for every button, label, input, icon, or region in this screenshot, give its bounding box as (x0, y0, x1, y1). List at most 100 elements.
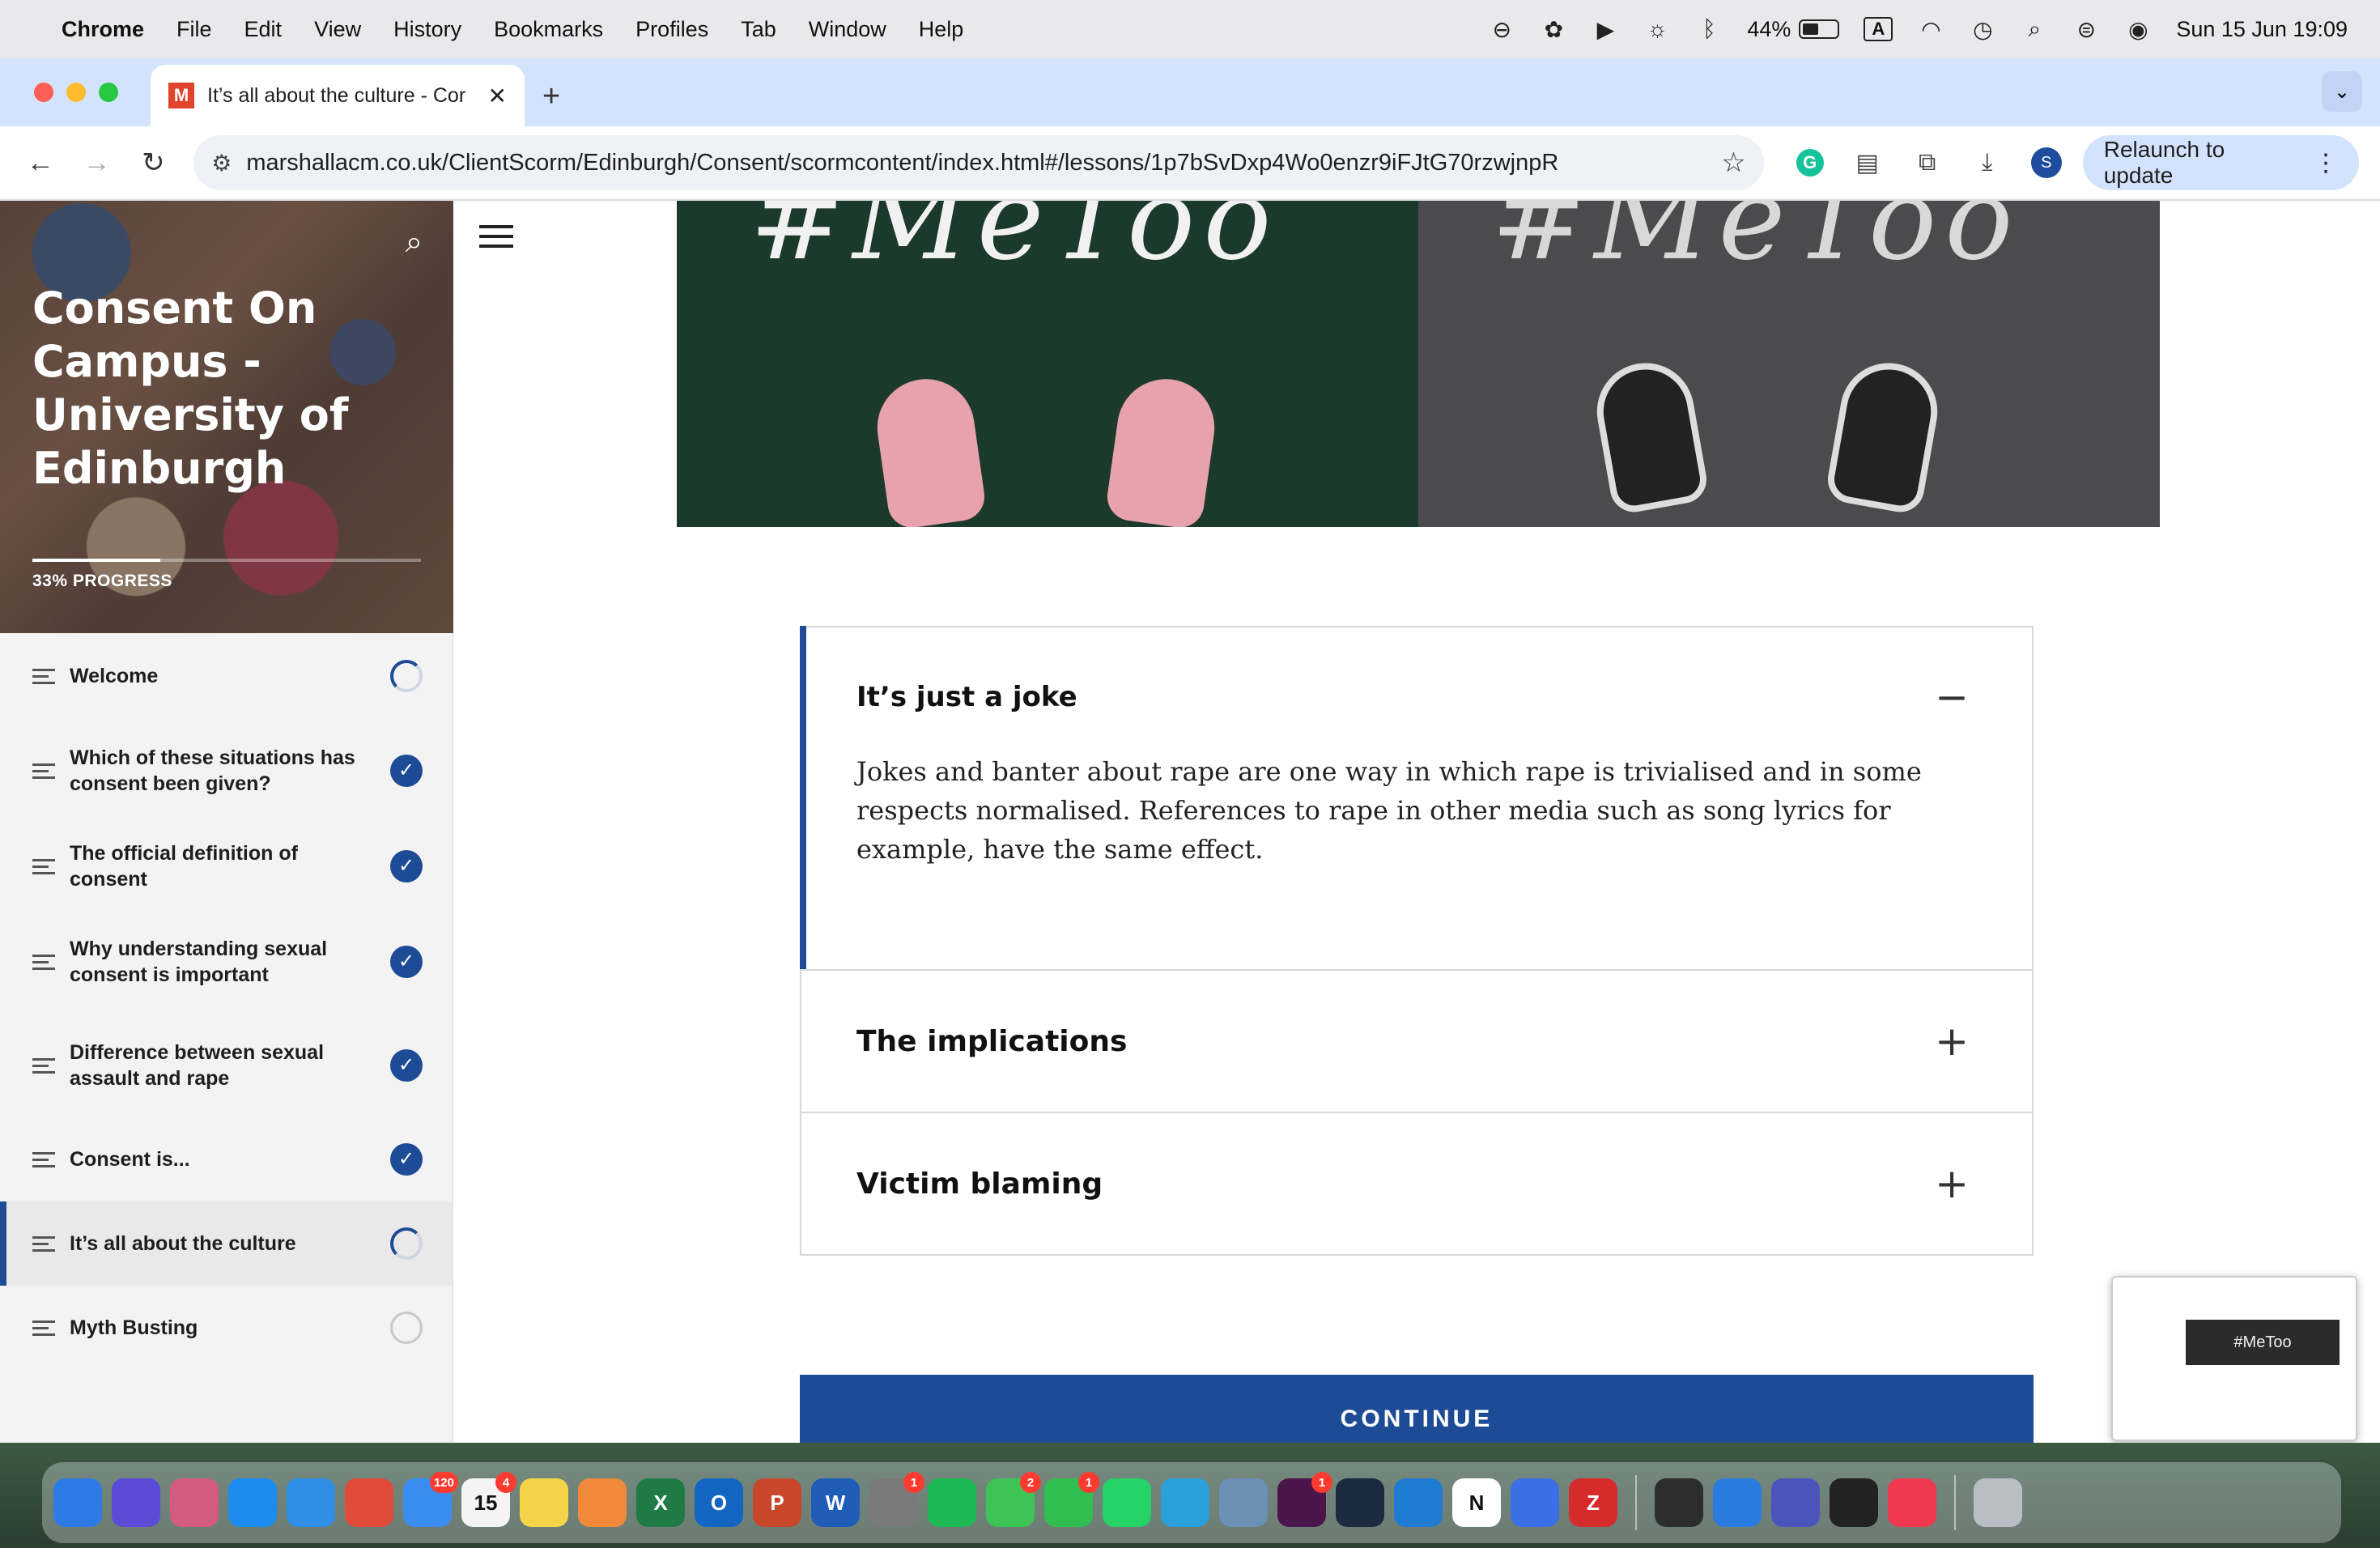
browser-tab-active[interactable]: M It’s all about the culture - Cor ✕ (151, 65, 525, 126)
accordion-header[interactable]: The implications + (801, 971, 2032, 1112)
lesson-item-welcome[interactable]: Welcome (0, 633, 452, 719)
menu-file[interactable]: File (176, 17, 212, 42)
minimize-window-button[interactable] (66, 83, 86, 102)
menu-history[interactable]: History (393, 17, 461, 42)
menu-edit[interactable]: Edit (244, 17, 283, 42)
lesson-item-myth-busting[interactable]: Myth Busting (0, 1286, 452, 1370)
download-icon[interactable]: ⤓ (1971, 147, 2004, 179)
dock-zotero-icon[interactable]: Z (1569, 1478, 1617, 1527)
dock-finder-icon[interactable] (53, 1478, 102, 1527)
menubar-clock[interactable]: Sun 15 Jun 19:09 (2176, 17, 2348, 42)
dock-calendar-icon[interactable]: 15 4 (461, 1472, 516, 1527)
lesson-item-assault-vs-rape[interactable]: Difference between sexual assault and ra… (0, 1014, 452, 1117)
dock-activity-monitor-icon[interactable] (1830, 1478, 1878, 1527)
relaunch-to-update-button[interactable]: Relaunch to update ⋮ (2082, 135, 2359, 190)
close-window-button[interactable] (34, 83, 53, 102)
profile-avatar[interactable]: S (2030, 147, 2062, 178)
spotlight-search-icon[interactable]: ⌕ (2021, 15, 2048, 43)
dock-app-store-icon[interactable] (228, 1478, 277, 1527)
focus-icon[interactable]: ⊖ (1488, 15, 1515, 43)
zoom-window-button[interactable] (99, 83, 118, 102)
lesson-label: It’s all about the culture (70, 1232, 296, 1255)
forward-button[interactable]: → (78, 143, 117, 182)
menu-view[interactable]: View (314, 17, 361, 42)
dock-chatgpt-icon[interactable] (1655, 1478, 1703, 1527)
wifi-icon[interactable]: ◠ (1917, 15, 1944, 43)
dock-mail-icon[interactable]: 120 (403, 1472, 458, 1527)
menu-hamburger-icon[interactable] (479, 225, 513, 248)
search-icon[interactable]: ⌕ (406, 225, 423, 260)
dock-powerpoint-icon[interactable]: P (753, 1478, 801, 1527)
collapse-minus-icon[interactable]: − (1935, 674, 1969, 721)
reload-button[interactable]: ↻ (134, 143, 172, 182)
notification-badge: 1 (1078, 1472, 1099, 1493)
address-bar[interactable]: ⚙ marshallacm.co.uk/ClientScorm/Edinburg… (193, 135, 1764, 190)
brightness-icon[interactable]: ☼ (1643, 15, 1671, 43)
dock-excel-icon[interactable]: X (636, 1478, 685, 1527)
dock-trash-icon[interactable] (1974, 1478, 2022, 1527)
back-button[interactable]: ← (21, 143, 60, 182)
extensions-puzzle-icon[interactable]: ⧉ (1911, 147, 1944, 179)
time-machine-icon[interactable]: ◷ (1969, 15, 1996, 43)
continue-button[interactable]: CONTINUE (800, 1375, 2034, 1443)
dock-cursor-icon[interactable] (1336, 1478, 1384, 1527)
url-text[interactable]: marshallacm.co.uk/ClientScorm/Edinburgh/… (246, 150, 1721, 176)
dock-vs-code-icon[interactable] (1394, 1478, 1443, 1527)
dock-spotify-icon[interactable] (928, 1478, 976, 1527)
input-source-icon[interactable]: A (1864, 17, 1893, 41)
control-center-icon[interactable]: ⊜ (2072, 15, 2100, 43)
dock-system-settings-icon[interactable]: 1 (869, 1472, 924, 1527)
dock-word-icon[interactable]: W (811, 1478, 860, 1527)
chrome-menu-icon[interactable]: ⋮ (2314, 149, 2338, 177)
site-info-icon[interactable]: ⚙ (211, 150, 232, 176)
dock-facetime-icon[interactable]: 1 (1044, 1472, 1099, 1527)
dock-slack-icon[interactable]: 1 (1277, 1472, 1332, 1527)
bluetooth-icon[interactable]: ᛒ (1695, 15, 1723, 43)
reader-mode-icon[interactable]: ▤ (1851, 147, 1884, 179)
dock-music-icon[interactable] (1888, 1478, 1936, 1527)
tab-close-icon[interactable]: ✕ (488, 83, 507, 109)
dock-preview-icon[interactable] (1219, 1478, 1268, 1527)
dock-notes-icon[interactable] (520, 1478, 568, 1527)
menu-app-name[interactable]: Chrome (62, 17, 144, 42)
notification-badge: 120 (429, 1472, 458, 1493)
lesson-item-culture-active[interactable]: It’s all about the culture (0, 1201, 452, 1286)
grammarly-extension-icon[interactable]: G (1796, 149, 1824, 176)
accordion-header[interactable]: It’s just a joke − (801, 627, 2032, 767)
dock-whatsapp-icon[interactable] (1103, 1478, 1151, 1527)
chatgpt-icon[interactable]: ✿ (1540, 15, 1567, 43)
accordion-header[interactable]: Victim blaming + (801, 1113, 2032, 1254)
dock-outlook-icon[interactable]: O (695, 1478, 743, 1527)
browser-tab-strip: M It’s all about the culture - Cor ✕ + ⌄ (0, 58, 2380, 126)
lesson-list: Welcome Which of these situations has co… (0, 633, 452, 1370)
menu-profiles[interactable]: Profiles (635, 17, 708, 42)
expand-plus-icon[interactable]: + (1935, 1160, 1969, 1207)
siri-icon[interactable]: ◉ (2124, 15, 2152, 43)
battery-indicator[interactable]: 44% (1747, 17, 1840, 42)
dock-keynote-icon[interactable] (1713, 1478, 1762, 1527)
dock-launchpad-icon[interactable] (170, 1478, 219, 1527)
dock-safari-icon[interactable] (287, 1478, 335, 1527)
lesson-item-why-understanding[interactable]: Why understanding sexual consent is impo… (0, 910, 452, 1014)
lesson-item-official-definition[interactable]: The official definition of consent ✓ (0, 823, 452, 910)
dock-messages-icon[interactable]: 2 (986, 1472, 1041, 1527)
dock-teams-icon[interactable] (1771, 1478, 1820, 1527)
tab-search-dropdown-button[interactable]: ⌄ (2322, 71, 2362, 112)
lesson-item-consent-is[interactable]: Consent is... ✓ (0, 1117, 452, 1201)
bookmark-star-icon[interactable]: ☆ (1721, 147, 1745, 179)
menu-help[interactable]: Help (919, 17, 964, 42)
expand-plus-icon[interactable]: + (1935, 1018, 1969, 1065)
dock-arc-icon[interactable] (1511, 1478, 1559, 1527)
dock-photos-icon[interactable] (578, 1478, 627, 1527)
dock-siri-icon[interactable] (112, 1478, 160, 1527)
play-icon[interactable]: ▶ (1592, 15, 1619, 43)
new-tab-button[interactable]: + (542, 79, 560, 114)
dock-chrome-icon[interactable] (345, 1478, 393, 1527)
screenshot-thumbnail-preview[interactable]: #MeToo (2111, 1276, 2357, 1441)
dock-telegram-icon[interactable] (1161, 1478, 1209, 1527)
menu-tab[interactable]: Tab (741, 17, 776, 42)
menu-window[interactable]: Window (809, 17, 886, 42)
dock-notion-icon[interactable]: N (1452, 1478, 1501, 1527)
menu-bookmarks[interactable]: Bookmarks (494, 17, 603, 42)
lesson-item-consent-situations[interactable]: Which of these situations has consent be… (0, 719, 452, 823)
